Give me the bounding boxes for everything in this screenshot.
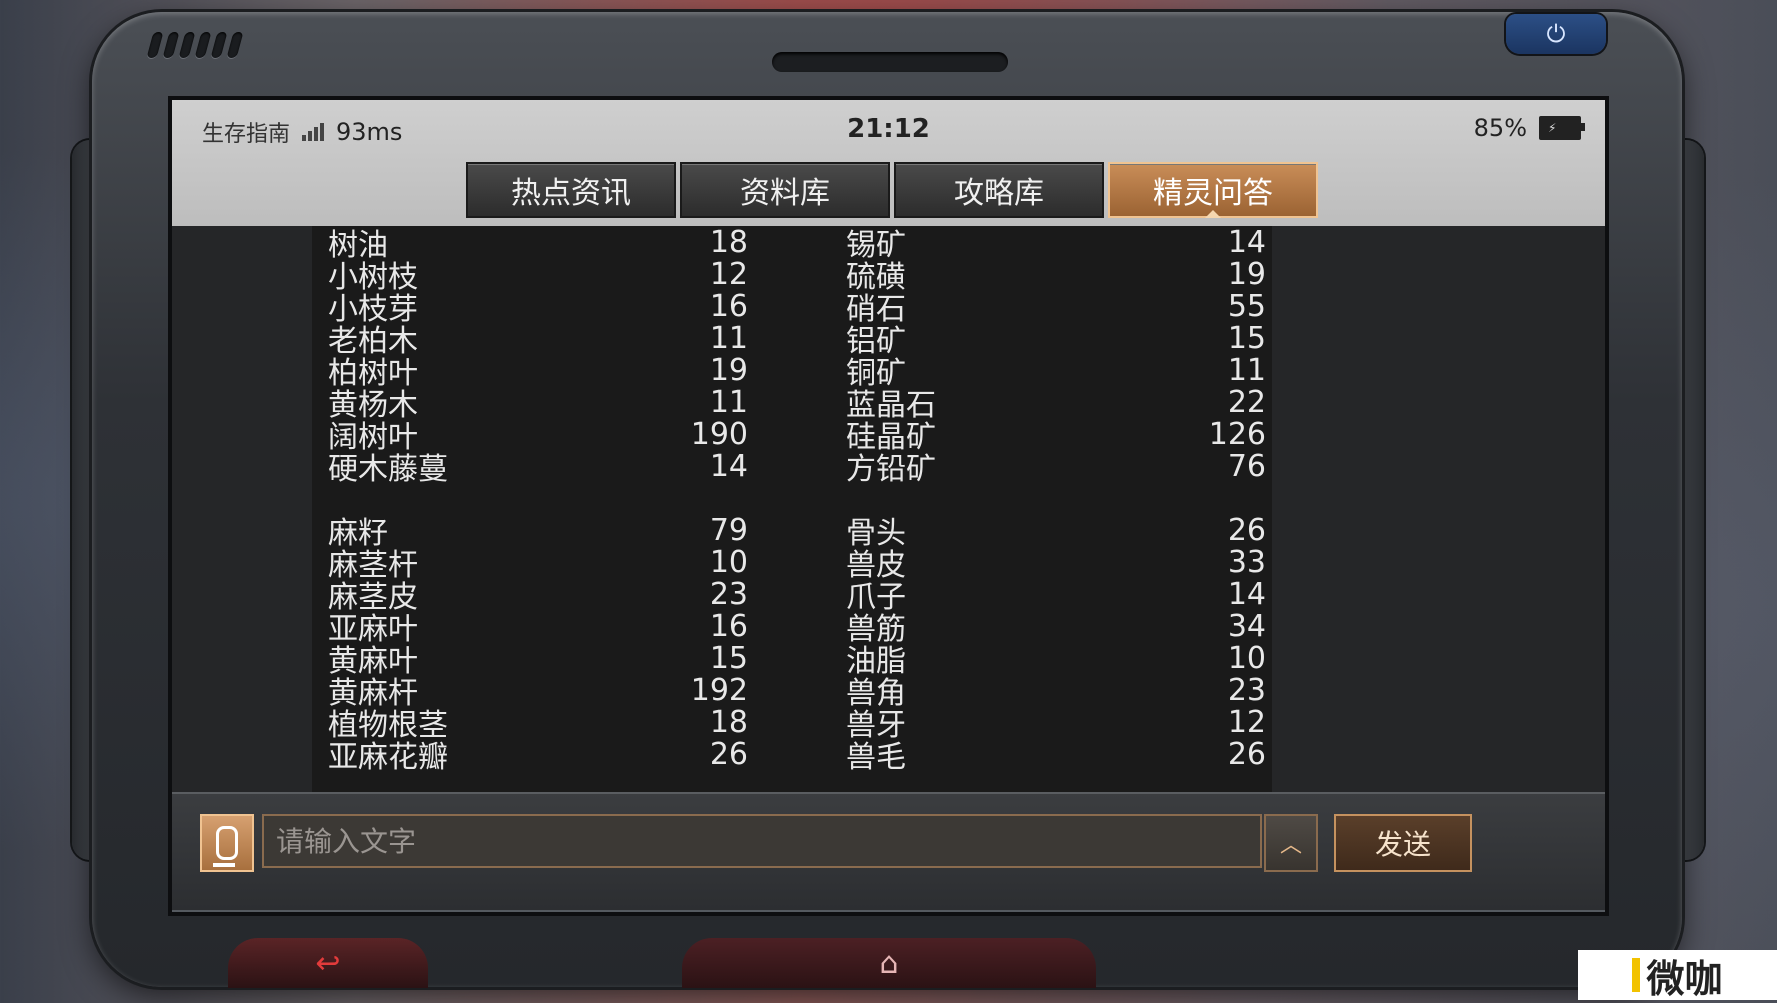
item-value: 26	[709, 736, 748, 772]
message-input[interactable]	[262, 814, 1262, 868]
table-row: 兽毛 26	[846, 736, 1266, 776]
item-value: 14	[1227, 226, 1266, 260]
item-value: 19	[709, 352, 748, 388]
item-name: 方铅矿	[846, 452, 936, 487]
table-row: 方铅矿 76	[846, 448, 1266, 488]
item-name: 硬木藤蔓	[328, 452, 448, 487]
item-value: 14	[709, 448, 748, 484]
back-arrow-icon: ↩	[315, 945, 341, 981]
item-value: 15	[1227, 320, 1266, 356]
item-value: 16	[709, 288, 748, 324]
item-value: 33	[1227, 544, 1266, 580]
item-value: 76	[1227, 448, 1266, 484]
item-value: 126	[1208, 416, 1266, 452]
item-value: 12	[709, 256, 748, 292]
back-button[interactable]: ↩	[228, 938, 428, 988]
item-value: 16	[709, 608, 748, 644]
device-speaker	[772, 52, 1008, 72]
tab-guides[interactable]: 攻略库	[894, 162, 1104, 218]
screen: 生存指南 93ms 21:12 85% ⚡ 热点资讯 资料库 攻略库 精灵问答 …	[168, 96, 1609, 916]
item-value: 26	[1227, 736, 1266, 772]
table-row: 硫磺 19	[846, 256, 1266, 296]
battery-icon: ⚡	[1539, 116, 1585, 140]
chevron-up-icon: ︿	[1279, 833, 1302, 858]
table-row: 铝矿 15	[846, 320, 1266, 360]
content-area[interactable]: 树油 18 小树枝 12 小枝芽 16 老柏木 11 柏树叶 19 黄杨木 11 阔树叶 19…	[172, 226, 1605, 792]
item-value: 15	[709, 640, 748, 676]
item-value: 34	[1227, 608, 1266, 644]
watermark-text: 微咖	[1646, 956, 1723, 1001]
item-value: 55	[1227, 288, 1266, 324]
tab-database[interactable]: 资料库	[680, 162, 890, 218]
tab-qa[interactable]: 精灵问答	[1108, 162, 1318, 218]
item-name: 亚麻花瓣	[328, 740, 448, 775]
item-value: 18	[709, 704, 748, 740]
item-value: 22	[1227, 384, 1266, 420]
clock: 21:12	[847, 114, 930, 144]
material-table: 树油 18 小树枝 12 小枝芽 16 老柏木 11 柏树叶 19 黄杨木 11 阔树叶 19…	[312, 226, 1272, 792]
item-value: 14	[1227, 576, 1266, 612]
table-row: 亚麻花瓣 26	[328, 736, 748, 776]
table-row: 爪子 14	[846, 576, 1266, 616]
power-button[interactable]: ⏻	[1506, 14, 1606, 54]
item-value: 26	[1227, 512, 1266, 548]
item-value: 19	[1227, 256, 1266, 292]
item-value: 190	[690, 416, 748, 452]
table-row: 硝石 55	[846, 288, 1266, 328]
table-column-right: 锡矿 14 硫磺 19 硝石 55 铝矿 15 铜矿 11 蓝晶石 22 硅晶矿 126 方铅…	[846, 226, 1266, 776]
mic-icon	[213, 826, 238, 867]
table-row: 锡矿 14	[846, 226, 1266, 263]
table-column-left: 树油 18 小树枝 12 小枝芽 16 老柏木 11 柏树叶 19 黄杨木 11 阔树叶 19…	[328, 226, 748, 776]
table-row: 兽角 23	[846, 672, 1266, 712]
table-row: 硬木藤蔓 14	[328, 448, 748, 488]
item-value: 18	[709, 226, 748, 260]
item-value: 12	[1227, 704, 1266, 740]
input-bar: ︿ 发送	[172, 792, 1605, 910]
item-value: 11	[709, 320, 748, 356]
item-value: 11	[1227, 352, 1266, 388]
tab-bar: 热点资讯 资料库 攻略库 精灵问答	[466, 162, 1318, 218]
status-bar: 生存指南 93ms 21:12 85% ⚡ 热点资讯 资料库 攻略库 精灵问答	[172, 100, 1605, 226]
send-button[interactable]: 发送	[1334, 814, 1472, 872]
home-icon: ⌂	[879, 945, 899, 981]
item-value: 10	[709, 544, 748, 580]
device-vents	[146, 32, 244, 58]
table-row: 兽筋 34	[846, 608, 1266, 648]
item-value: 11	[709, 384, 748, 420]
item-value: 10	[1227, 640, 1266, 676]
power-icon: ⏻	[1546, 20, 1566, 48]
tab-hot-news[interactable]: 热点资讯	[466, 162, 676, 218]
table-row: 骨头 26	[846, 512, 1266, 552]
item-value: 79	[709, 512, 748, 548]
item-value: 23	[709, 576, 748, 612]
table-row: 油脂 10	[846, 640, 1266, 680]
item-value: 23	[1227, 672, 1266, 708]
expand-button[interactable]: ︿	[1264, 814, 1318, 872]
item-name: 兽毛	[846, 740, 906, 775]
status-right: 85% ⚡	[1473, 114, 1585, 142]
item-value: 192	[690, 672, 748, 708]
table-row: 兽牙 12	[846, 704, 1266, 744]
table-row: 兽皮 33	[846, 544, 1266, 584]
battery-percent: 85%	[1473, 114, 1527, 142]
home-button[interactable]: ⌂	[682, 938, 1096, 988]
voice-input-button[interactable]	[200, 814, 254, 872]
watermark-logo: 微咖	[1578, 950, 1777, 1001]
